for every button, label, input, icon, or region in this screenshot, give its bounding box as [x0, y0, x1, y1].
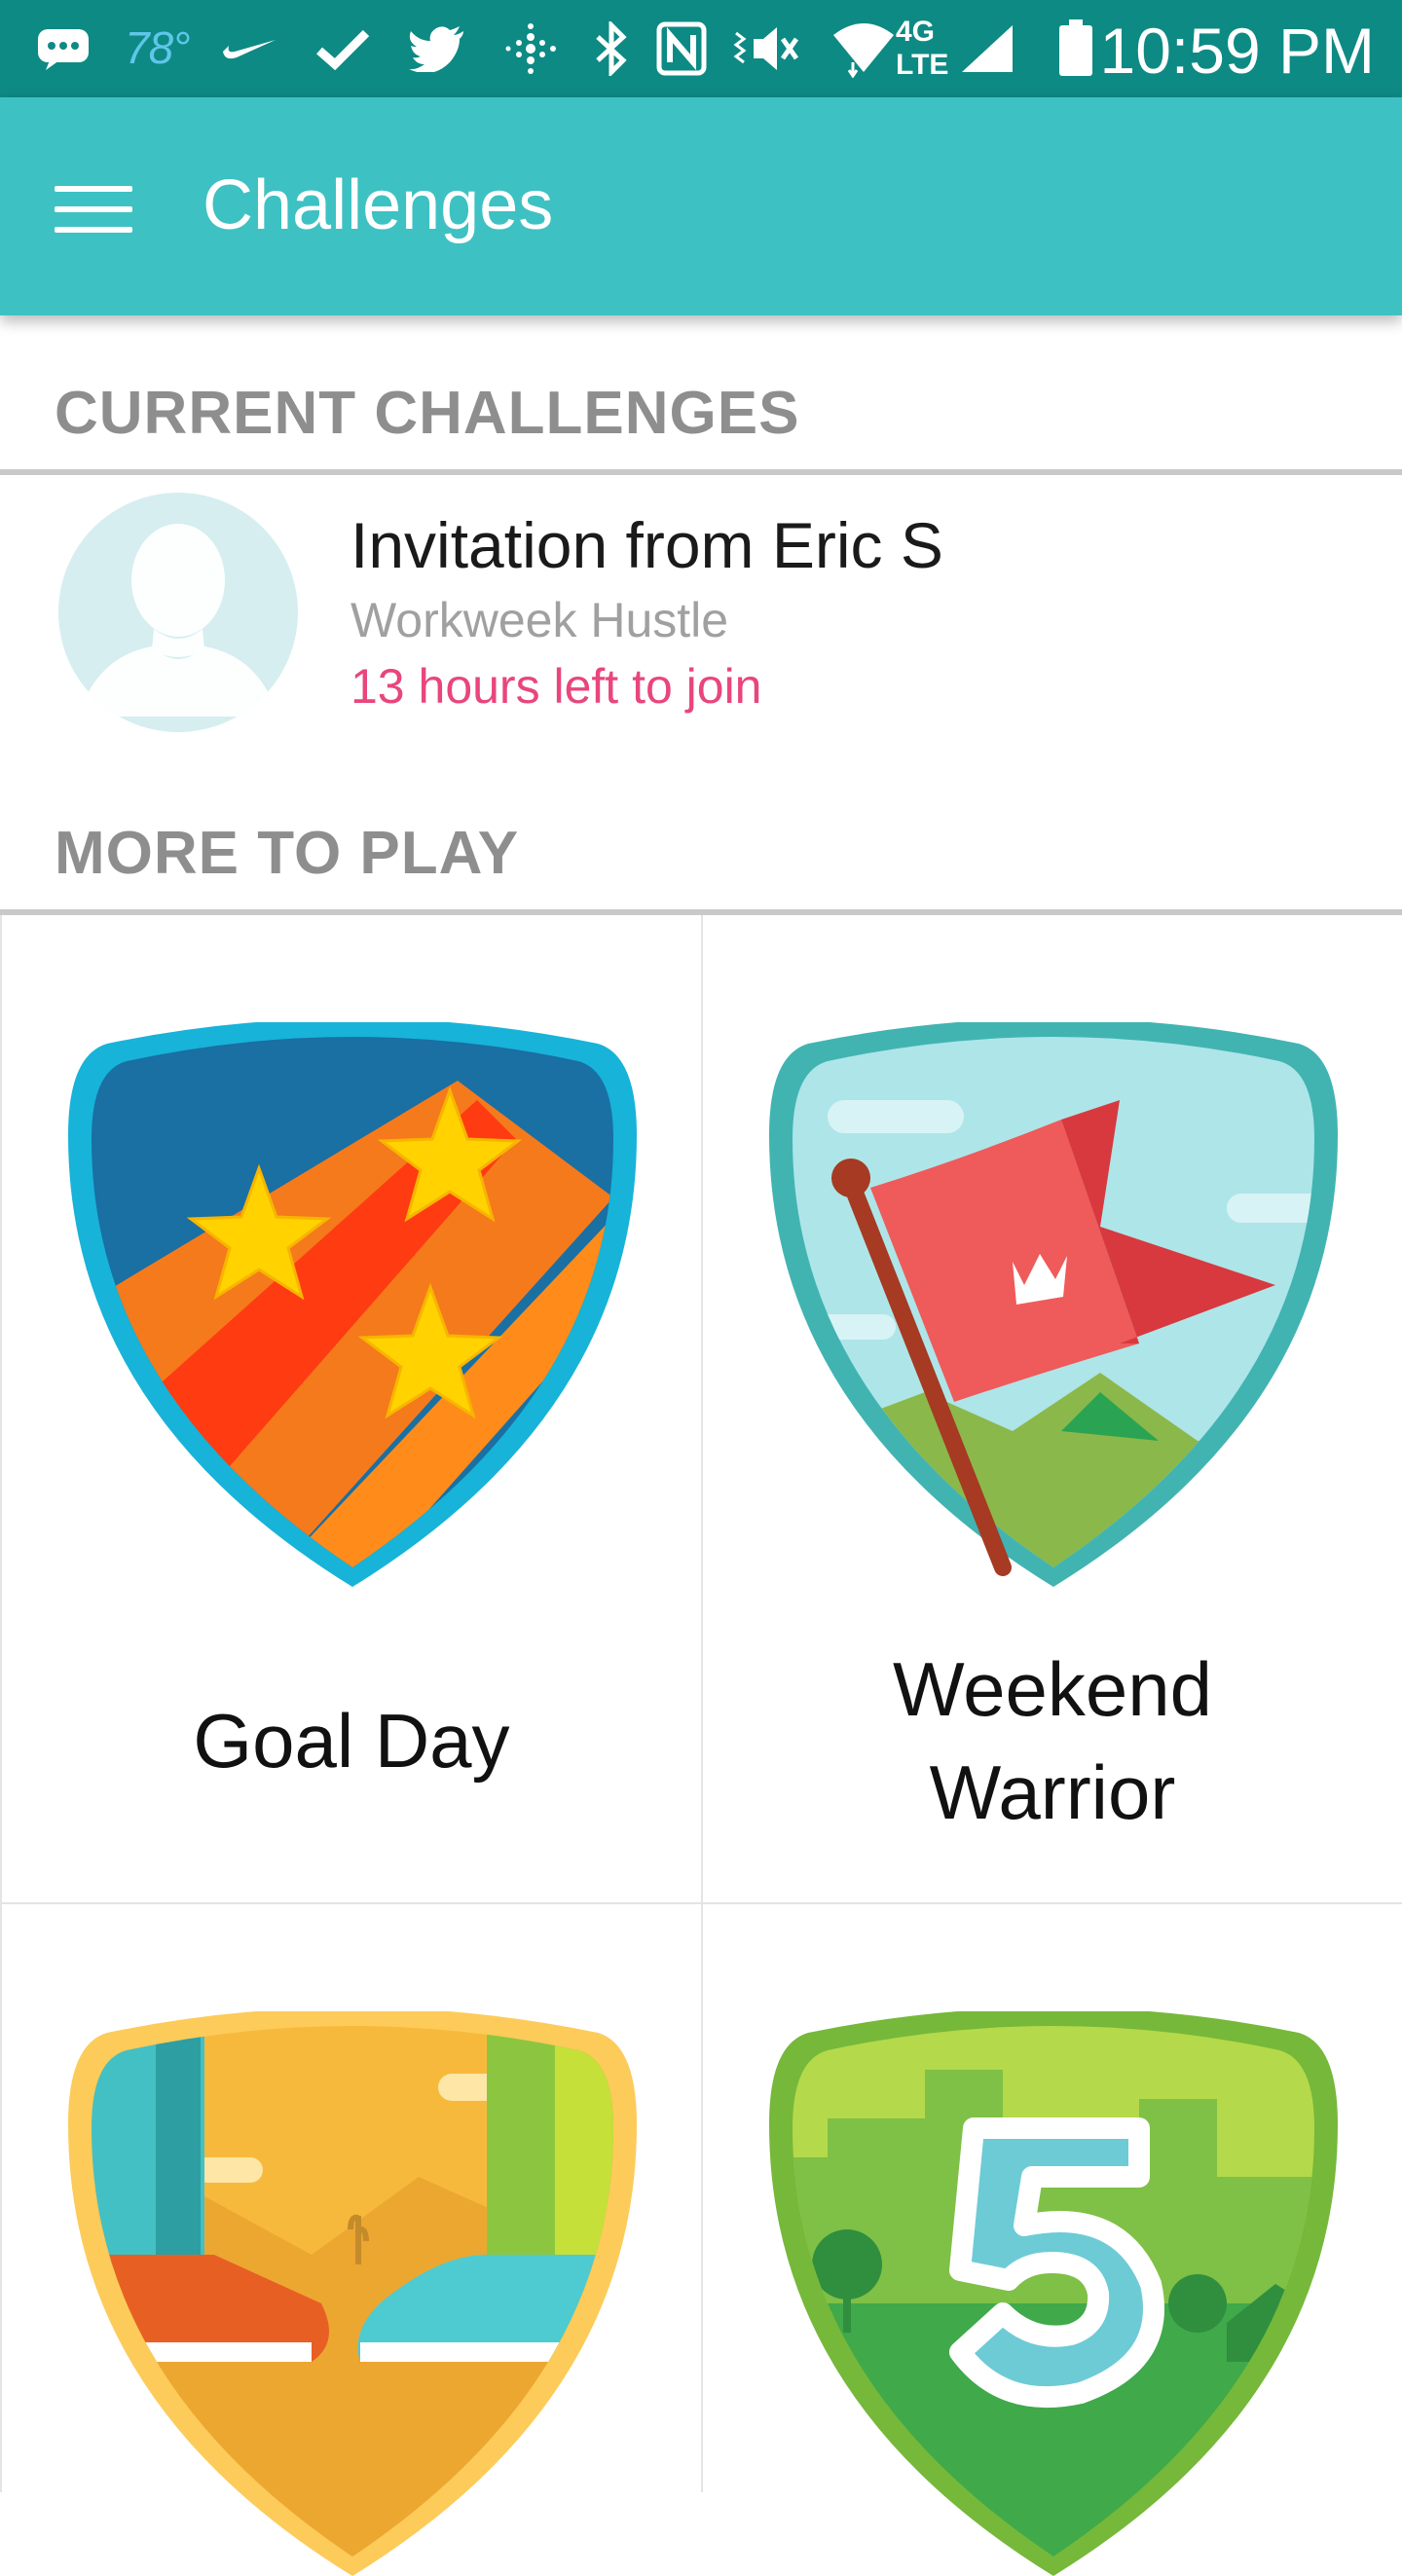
challenge-name: Workweek Hustle [350, 593, 729, 647]
message-icon [33, 18, 93, 80]
tile-label: Weekend Warrior [703, 1638, 1402, 1844]
avatar [58, 493, 298, 732]
page-title: Challenges [203, 166, 554, 244]
weekend-warrior-badge-icon [769, 1022, 1338, 1587]
network-type: 4G LTE [896, 16, 949, 81]
bluetooth-icon [588, 18, 635, 80]
status-bar: 78° 4G LTE 10:59 PM [0, 0, 1402, 97]
twitter-icon [407, 18, 467, 80]
menu-icon[interactable] [39, 166, 146, 253]
invitation-row[interactable]: Invitation from Eric S Workweek Hustle 1… [0, 475, 1402, 757]
daily-showdown-badge-icon [68, 2011, 637, 2576]
challenge-tile-3[interactable] [2, 1904, 703, 2576]
tile-label-line: Goal Day [193, 1698, 510, 1784]
goal-day-badge-icon [68, 1022, 637, 1587]
nfc-icon [654, 18, 709, 80]
check-icon [314, 18, 372, 80]
join-deadline: 13 hours left to join [350, 659, 762, 714]
signal-icon [958, 18, 1016, 80]
section-title: CURRENT CHALLENGES [55, 380, 800, 447]
temperature: 78° [125, 22, 191, 73]
clock: 10:59 PM [1099, 15, 1376, 87]
tile-label-line: Warrior [929, 1749, 1176, 1835]
wifi-icon [830, 18, 898, 80]
tile-label: Goal Day [2, 1689, 701, 1792]
five-badge-icon [769, 2011, 1338, 2576]
fitbit-icon [500, 18, 561, 80]
vibrate-icon [728, 18, 806, 80]
challenge-grid: Goal Day Weekend Warrior [0, 915, 1402, 2576]
more-to-play-header: MORE TO PLAY [0, 818, 1402, 915]
current-challenges-header: CURRENT CHALLENGES [0, 378, 1402, 475]
challenge-tile-4[interactable] [703, 1904, 1402, 2576]
tile-label-line: Weekend [892, 1646, 1213, 1732]
challenge-tile-goal-day[interactable]: Goal Day [2, 915, 703, 1904]
battery-icon [1052, 18, 1100, 80]
section-title: MORE TO PLAY [55, 820, 520, 887]
invitation-title: Invitation from Eric S [350, 509, 943, 581]
app-bar: Challenges [0, 97, 1402, 315]
challenge-tile-weekend-warrior[interactable]: Weekend Warrior [703, 915, 1402, 1904]
nike-icon [220, 18, 278, 80]
